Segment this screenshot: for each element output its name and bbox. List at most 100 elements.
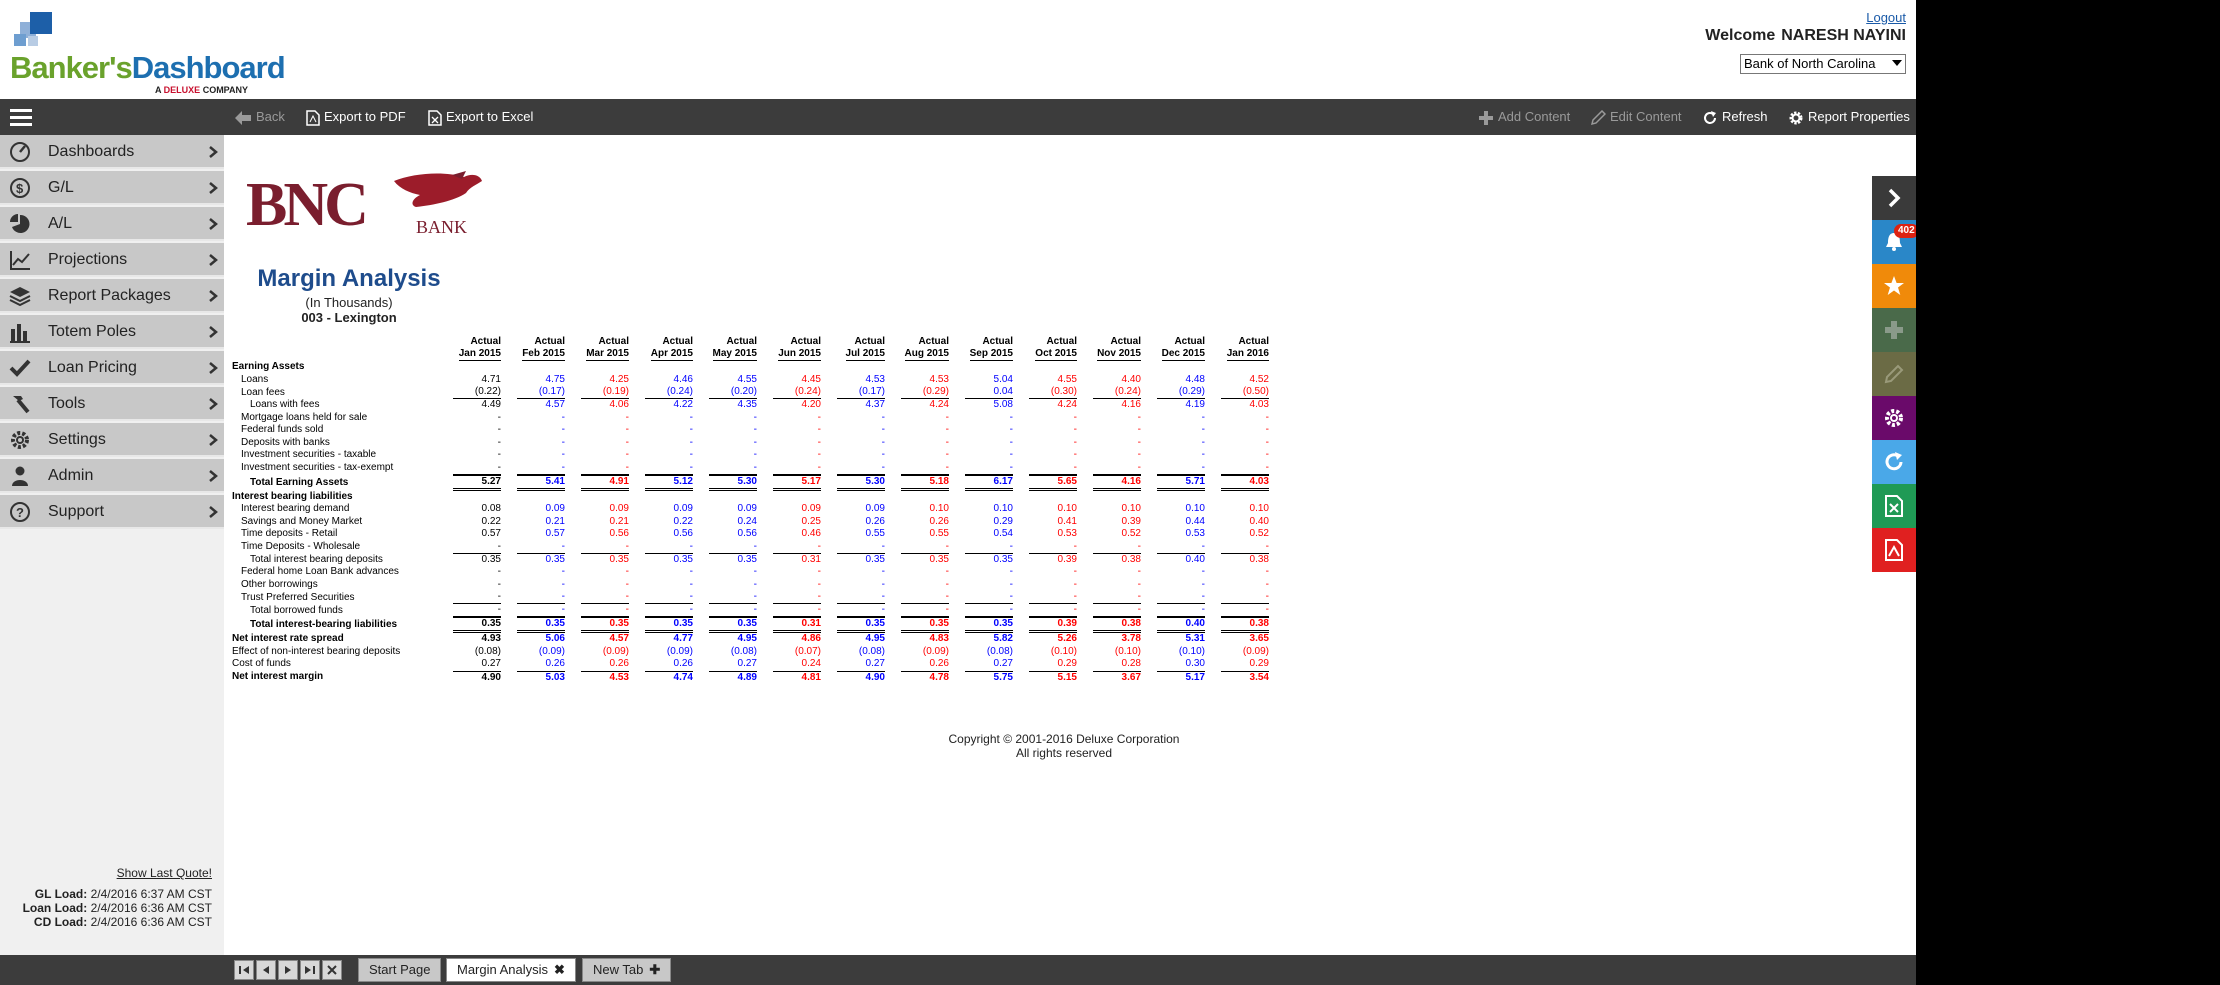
table-cell: 0.35 <box>993 553 1013 565</box>
table-cell: 0.38 <box>1205 617 1269 633</box>
table-cell: 0.21 <box>609 515 629 527</box>
row-label: Effect of non-interest bearing deposits <box>232 645 401 657</box>
bank-select[interactable]: Bank of North Carolina <box>1740 54 1906 74</box>
sidebar-item-support[interactable]: ? Support <box>0 495 224 529</box>
table-cell: - <box>1077 462 1141 475</box>
table-cell: - <box>565 462 629 475</box>
bnc-logo-subtext: BANK <box>416 217 467 237</box>
close-icon <box>327 965 337 975</box>
table-cell: (0.10) <box>1114 645 1141 657</box>
sidebar: Dashboards $ G/L A/L Projections Report Packa… <box>0 135 224 955</box>
hamburger-menu-icon[interactable] <box>10 109 32 127</box>
rail-settings-button[interactable] <box>1872 396 1916 440</box>
report-properties-button[interactable]: Report Properties <box>1788 99 1910 135</box>
sidebar-item-loan-pricing[interactable]: Loan Pricing <box>0 351 224 385</box>
tab-start-page[interactable]: Start Page <box>358 958 442 982</box>
last-tab-button[interactable] <box>300 960 320 980</box>
sidebar-item-report-packages[interactable]: Report Packages <box>0 279 224 313</box>
table-cell: 0.09 <box>865 503 885 515</box>
sidebar-item-tools[interactable]: Tools <box>0 387 224 421</box>
table-cell: - <box>757 604 821 617</box>
table-cell: - <box>1265 411 1269 423</box>
next-tab-button[interactable] <box>278 960 298 980</box>
bankers-dashboard-logo[interactable]: Banker'sDashboard A DELUXE COMPANY <box>10 8 286 95</box>
tab-margin-analysis[interactable]: Margin Analysis ✖ <box>446 958 576 982</box>
table-cell: - <box>817 424 821 436</box>
line-chart-icon <box>10 251 30 270</box>
edit-content-button[interactable]: Edit Content <box>1590 99 1682 135</box>
table-cell: 0.27 <box>737 658 757 670</box>
help-icon: ? <box>10 502 30 522</box>
table-cell: - <box>1265 578 1269 590</box>
table-cell: (0.29) <box>1141 386 1205 399</box>
sidebar-item-g-l[interactable]: $ G/L <box>0 171 224 205</box>
row-label: Total interest-bearing liabilities <box>250 619 398 630</box>
rail-refresh-button[interactable] <box>1872 440 1916 484</box>
excel-icon <box>1885 495 1903 517</box>
rail-expand-button[interactable] <box>1872 176 1916 220</box>
sidebar-item-totem-poles[interactable]: Totem Poles <box>0 315 224 349</box>
back-button[interactable]: Back <box>234 99 285 135</box>
new-tab-plus-icon[interactable]: ✚ <box>649 962 660 977</box>
table-cell: 4.90 <box>821 670 885 684</box>
tab-close-icon[interactable]: ✖ <box>554 962 565 977</box>
table-cell: - <box>1141 541 1205 554</box>
sidebar-item-settings[interactable]: Settings <box>0 423 224 457</box>
table-cell: 6.17 <box>949 474 1013 491</box>
table-cell: - <box>753 578 757 590</box>
rail-edit-button[interactable] <box>1872 352 1916 396</box>
table-cell: - <box>1205 462 1269 475</box>
table-cell: - <box>757 591 821 604</box>
table-cell: - <box>757 541 821 554</box>
table-cell: (0.19) <box>565 386 629 399</box>
table-cell: 0.55 <box>929 528 949 540</box>
show-last-quote-link[interactable]: Show Last Quote! <box>117 866 212 880</box>
expand-panel-icon <box>1888 188 1901 208</box>
tab-new-tab[interactable]: New Tab ✚ <box>582 958 672 982</box>
table-cell: 0.53 <box>1057 528 1077 540</box>
previous-tab-button[interactable] <box>256 960 276 980</box>
table-cell: 4.53 <box>865 373 885 385</box>
previous-icon <box>263 966 269 974</box>
table-cell: - <box>497 424 501 436</box>
skip-first-icon <box>239 966 249 974</box>
add-content-button[interactable]: Add Content <box>1478 99 1570 135</box>
table-cell <box>693 361 757 374</box>
sidebar-item-a-l[interactable]: A/L <box>0 207 224 241</box>
rail-add-button[interactable] <box>1872 308 1916 352</box>
row-label: Total borrowed funds <box>250 604 343 616</box>
logout-link[interactable]: Logout <box>1866 10 1906 25</box>
table-cell: 5.30 <box>693 474 757 491</box>
refresh-button[interactable]: Refresh <box>1702 99 1768 135</box>
first-tab-button[interactable] <box>234 960 254 980</box>
table-cell: (0.24) <box>757 386 821 399</box>
row-label: Federal funds sold <box>241 424 324 436</box>
table-cell: - <box>625 449 629 461</box>
table-cell: - <box>565 591 629 604</box>
rail-favorites-button[interactable] <box>1872 264 1916 308</box>
table-row: Deposits with banks - - - - - - - - - - - - - <box>232 437 1269 450</box>
row-label: Time Deposits - Wholesale <box>241 541 361 552</box>
table-cell: - <box>945 578 949 590</box>
rail-excel-button[interactable] <box>1872 484 1916 528</box>
export-pdf-button[interactable]: Export to PDF <box>306 99 406 135</box>
table-cell: 4.57 <box>609 633 629 645</box>
table-cell: - <box>693 604 757 617</box>
table-cell: 4.71 <box>481 373 501 385</box>
chevron-right-icon <box>209 434 218 446</box>
bar-chart-icon <box>10 324 30 343</box>
close-all-tabs-button[interactable] <box>322 960 342 980</box>
column-header: Actual Jan 2016 <box>1226 336 1269 361</box>
table-cell: (0.17) <box>501 386 565 399</box>
rail-pdf-button[interactable] <box>1872 528 1916 572</box>
table-cell: - <box>817 449 821 461</box>
export-excel-button[interactable]: Export to Excel <box>428 99 533 135</box>
table-cell: 5.03 <box>501 670 565 684</box>
table-cell: - <box>629 604 693 617</box>
sidebar-item-label: Tools <box>48 395 86 412</box>
sidebar-item-dashboards[interactable]: Dashboards <box>0 135 224 169</box>
report-branch: 003 - Lexington <box>301 310 397 325</box>
sidebar-item-projections[interactable]: Projections <box>0 243 224 277</box>
table-cell: - <box>1009 566 1013 578</box>
sidebar-item-admin[interactable]: Admin <box>0 459 224 493</box>
